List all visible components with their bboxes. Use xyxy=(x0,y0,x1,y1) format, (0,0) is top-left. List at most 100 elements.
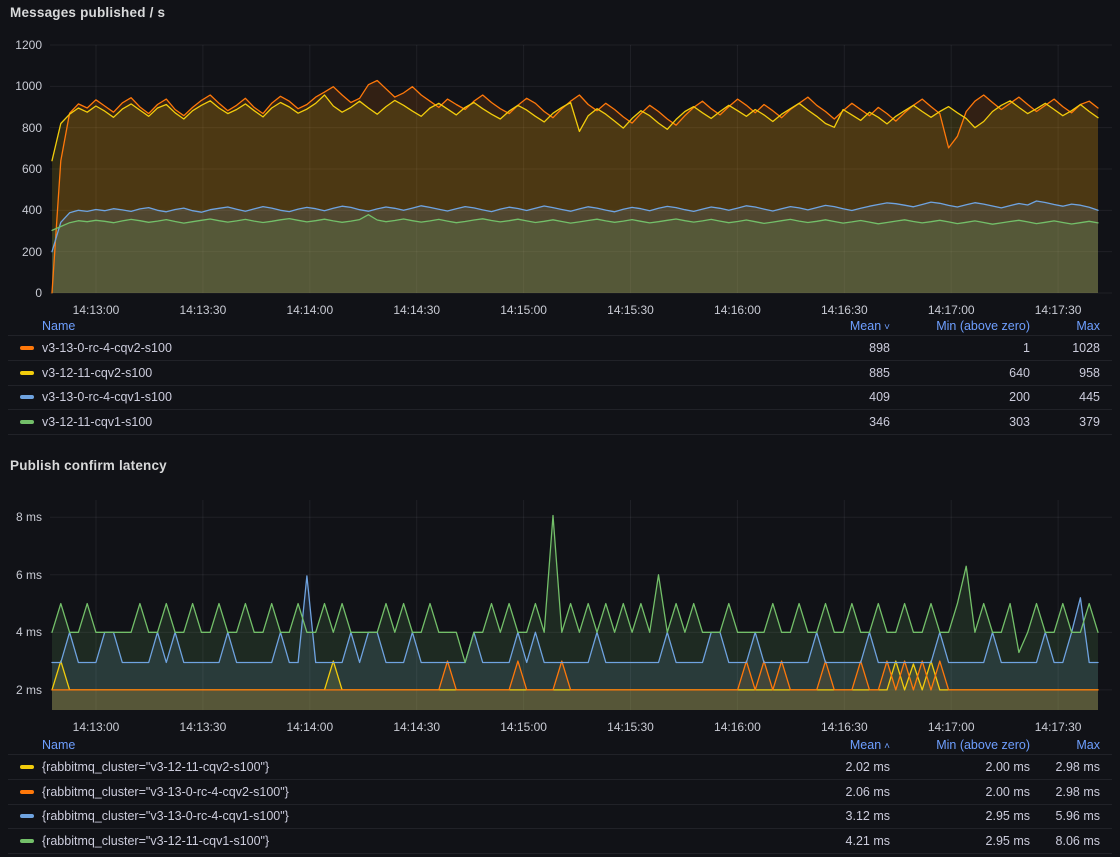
legend-rows: {rabbitmq_cluster="v3-12-11-cqv2-s100"} 2… xyxy=(8,755,1112,854)
legend-table: Name Mean˅ Min (above zero) Max v3-13-0-… xyxy=(8,316,1112,435)
legend-series-name[interactable]: v3-12-11-cqv2-s100 xyxy=(42,366,152,380)
y-axis-label: 800 xyxy=(0,120,42,136)
legend-mean-value: 409 xyxy=(780,390,890,404)
legend-max-value: 1028 xyxy=(1030,341,1100,355)
y-axis-label: 2 ms xyxy=(0,682,42,698)
legend-min-value: 2.95 ms xyxy=(890,834,1030,848)
series-color-swatch-icon[interactable] xyxy=(20,346,34,350)
legend-mean-value: 898 xyxy=(780,341,890,355)
chart-canvas[interactable] xyxy=(50,45,1112,293)
legend-mean-value: 4.21 ms xyxy=(780,834,890,848)
legend-header: Name Mean˅ Min (above zero) Max xyxy=(8,316,1112,336)
legend-series-name[interactable]: v3-13-0-rc-4-cqv1-s100 xyxy=(42,390,172,404)
legend-max-value: 8.06 ms xyxy=(1030,834,1100,848)
time-series-chart[interactable]: 2 ms4 ms6 ms8 ms14:13:0014:13:3014:14:00… xyxy=(50,500,1112,710)
x-axis-label: 14:16:00 xyxy=(692,719,782,735)
legend-col-mean-label: Mean xyxy=(850,319,881,333)
legend-name-cell: {rabbitmq_cluster="v3-12-11-cqv2-s100"} xyxy=(8,760,780,774)
legend-col-min[interactable]: Min (above zero) xyxy=(890,319,1030,333)
legend-row: v3-13-0-rc-4-cqv2-s100 89811028 xyxy=(8,336,1112,361)
legend-min-value: 2.00 ms xyxy=(890,760,1030,774)
legend-col-name[interactable]: Name xyxy=(8,738,780,752)
y-axis-label: 4 ms xyxy=(0,624,42,640)
y-axis-label: 200 xyxy=(0,244,42,260)
legend-row: {rabbitmq_cluster="v3-12-11-cqv1-s100"} 4… xyxy=(8,829,1112,854)
legend-series-name[interactable]: {rabbitmq_cluster="v3-13-0-rc-4-cqv2-s10… xyxy=(42,785,289,799)
legend-series-name[interactable]: {rabbitmq_cluster="v3-12-11-cqv2-s100"} xyxy=(42,760,269,774)
y-axis-label: 1000 xyxy=(0,78,42,94)
legend-max-value: 379 xyxy=(1030,415,1100,429)
legend-rows: v3-13-0-rc-4-cqv2-s100 89811028 v3-12-11-c… xyxy=(8,336,1112,435)
legend-max-value: 5.96 ms xyxy=(1030,809,1100,823)
legend-mean-value: 2.02 ms xyxy=(780,760,890,774)
time-series-chart[interactable]: 02004006008001000120014:13:0014:13:3014:… xyxy=(50,45,1112,293)
legend-col-name[interactable]: Name xyxy=(8,319,780,333)
x-axis-label: 14:13:30 xyxy=(158,719,248,735)
legend-name-cell: {rabbitmq_cluster="v3-13-0-rc-4-cqv1-s10… xyxy=(8,809,780,823)
y-axis-label: 0 xyxy=(0,285,42,301)
legend-name-cell: v3-12-11-cqv2-s100 xyxy=(8,366,780,380)
series-color-swatch-icon[interactable] xyxy=(20,814,34,818)
series-area xyxy=(52,215,1098,293)
x-axis-label: 14:14:30 xyxy=(372,719,462,735)
legend-min-value: 2.00 ms xyxy=(890,785,1030,799)
x-axis-label: 14:17:30 xyxy=(1013,719,1103,735)
legend-min-value: 200 xyxy=(890,390,1030,404)
legend-series-name[interactable]: v3-13-0-rc-4-cqv2-s100 xyxy=(42,341,172,355)
y-axis-label: 1200 xyxy=(0,37,42,53)
series-color-swatch-icon[interactable] xyxy=(20,371,34,375)
legend-max-value: 2.98 ms xyxy=(1030,785,1100,799)
chart-canvas[interactable] xyxy=(50,500,1112,710)
legend-col-max[interactable]: Max xyxy=(1030,319,1100,333)
legend-header: Name Mean˄ Min (above zero) Max xyxy=(8,735,1112,755)
series-area xyxy=(52,516,1098,711)
legend-table: Name Mean˄ Min (above zero) Max {rabbitm… xyxy=(8,735,1112,854)
legend-min-value: 1 xyxy=(890,341,1030,355)
x-axis-label: 14:15:00 xyxy=(479,719,569,735)
legend-col-mean[interactable]: Mean˄ xyxy=(780,738,890,752)
panel-publish-confirm-latency: Publish confirm latency 2 ms4 ms6 ms8 ms… xyxy=(0,453,1120,857)
legend-series-name[interactable]: v3-12-11-cqv1-s100 xyxy=(42,415,152,429)
legend-name-cell: {rabbitmq_cluster="v3-12-11-cqv1-s100"} xyxy=(8,834,780,848)
y-axis-label: 6 ms xyxy=(0,567,42,583)
y-axis-label: 400 xyxy=(0,202,42,218)
legend-max-value: 958 xyxy=(1030,366,1100,380)
legend-max-value: 445 xyxy=(1030,390,1100,404)
legend-name-cell: v3-13-0-rc-4-cqv1-s100 xyxy=(8,390,780,404)
legend-name-cell: v3-12-11-cqv1-s100 xyxy=(8,415,780,429)
legend-min-value: 303 xyxy=(890,415,1030,429)
series-color-swatch-icon[interactable] xyxy=(20,839,34,843)
legend-mean-value: 885 xyxy=(780,366,890,380)
legend-mean-value: 2.06 ms xyxy=(780,785,890,799)
legend-series-name[interactable]: {rabbitmq_cluster="v3-13-0-rc-4-cqv1-s10… xyxy=(42,809,289,823)
y-axis-label: 600 xyxy=(0,161,42,177)
x-axis-label: 14:15:30 xyxy=(586,719,676,735)
series-color-swatch-icon[interactable] xyxy=(20,420,34,424)
legend-row: v3-13-0-rc-4-cqv1-s100 409200445 xyxy=(8,386,1112,411)
legend-row: {rabbitmq_cluster="v3-13-0-rc-4-cqv2-s10… xyxy=(8,780,1112,805)
series-color-swatch-icon[interactable] xyxy=(20,765,34,769)
legend-max-value: 2.98 ms xyxy=(1030,760,1100,774)
legend-row: {rabbitmq_cluster="v3-12-11-cqv2-s100"} 2… xyxy=(8,755,1112,780)
panel-title[interactable]: Messages published / s xyxy=(10,5,165,20)
legend-name-cell: {rabbitmq_cluster="v3-13-0-rc-4-cqv2-s10… xyxy=(8,785,780,799)
x-axis-label: 14:17:00 xyxy=(906,719,996,735)
series-color-swatch-icon[interactable] xyxy=(20,395,34,399)
legend-min-value: 640 xyxy=(890,366,1030,380)
panel-messages-published: Messages published / s 02004006008001000… xyxy=(0,0,1120,445)
legend-mean-value: 3.12 ms xyxy=(780,809,890,823)
panel-title[interactable]: Publish confirm latency xyxy=(10,458,167,473)
legend-col-min[interactable]: Min (above zero) xyxy=(890,738,1030,752)
legend-row: v3-12-11-cqv2-s100 885640958 xyxy=(8,361,1112,386)
legend-series-name[interactable]: {rabbitmq_cluster="v3-12-11-cqv1-s100"} xyxy=(42,834,269,848)
legend-min-value: 2.95 ms xyxy=(890,809,1030,823)
legend-name-cell: v3-13-0-rc-4-cqv2-s100 xyxy=(8,341,780,355)
x-axis-label: 14:14:00 xyxy=(265,719,355,735)
legend-mean-value: 346 xyxy=(780,415,890,429)
legend-row: v3-12-11-cqv1-s100 346303379 xyxy=(8,410,1112,435)
legend-row: {rabbitmq_cluster="v3-13-0-rc-4-cqv1-s10… xyxy=(8,805,1112,830)
x-axis-label: 14:16:30 xyxy=(799,719,889,735)
series-color-swatch-icon[interactable] xyxy=(20,790,34,794)
legend-col-max[interactable]: Max xyxy=(1030,738,1100,752)
legend-col-mean[interactable]: Mean˅ xyxy=(780,319,890,333)
